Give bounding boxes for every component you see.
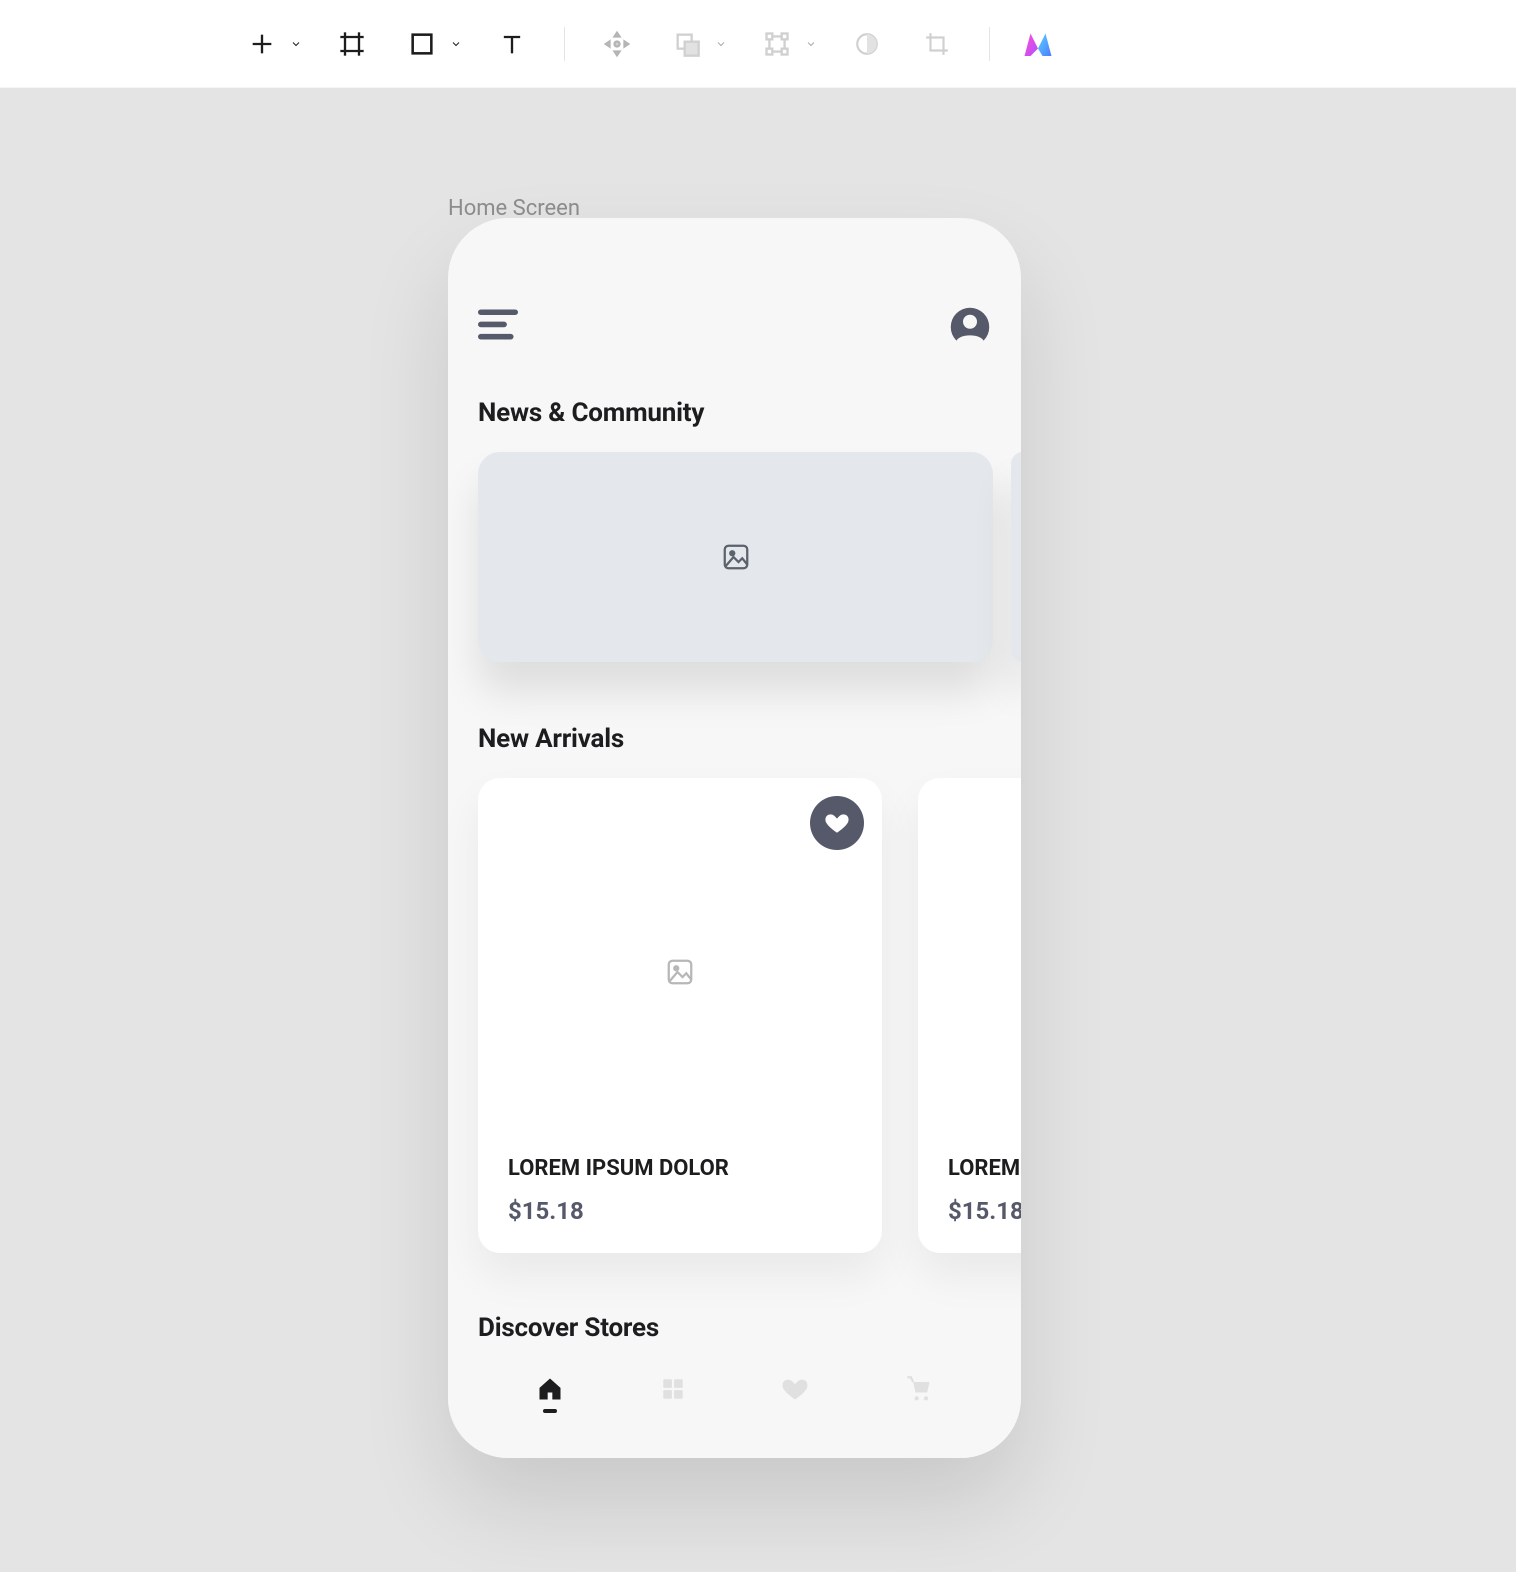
shape-tool[interactable]	[400, 22, 444, 66]
product-price: $15.18	[496, 1197, 864, 1235]
discover-section-title: Discover Stores	[478, 1313, 1021, 1343]
design-toolbar	[0, 0, 1516, 88]
app-scroll-area[interactable]: News & Community New Arrivals	[448, 348, 1021, 1458]
profile-icon[interactable]	[949, 306, 991, 348]
vector-tool-group	[755, 22, 819, 66]
toolbar-divider-2	[989, 27, 990, 61]
mask-tool[interactable]	[845, 22, 889, 66]
boolean-tool-group	[665, 22, 729, 66]
news-section-title: News & Community	[478, 398, 1021, 428]
vector-tool[interactable]	[755, 22, 799, 66]
vector-tool-chevron[interactable]	[803, 38, 819, 50]
move-tool[interactable]	[595, 22, 639, 66]
news-card[interactable]	[478, 452, 993, 662]
arrivals-row: LOREM IPSUM DOLOR $15.18 LOREM $15.18	[478, 778, 1021, 1253]
boolean-tool[interactable]	[665, 22, 709, 66]
add-tool[interactable]	[240, 22, 284, 66]
shape-tool-group	[400, 22, 464, 66]
arrivals-section-title: New Arrivals	[478, 724, 1021, 754]
app-logo-icon[interactable]	[1020, 26, 1056, 62]
news-row	[478, 452, 1021, 662]
nav-catalog[interactable]	[660, 1376, 686, 1412]
shape-tool-chevron[interactable]	[448, 38, 464, 50]
image-placeholder-icon	[721, 542, 751, 572]
product-card[interactable]: LOREM $15.18	[918, 778, 1021, 1253]
frame-tool[interactable]	[330, 22, 374, 66]
product-name: LOREM IPSUM DOLOR	[496, 1156, 864, 1181]
nav-cart[interactable]	[905, 1375, 933, 1413]
news-card-peek[interactable]	[1011, 452, 1021, 662]
grid-icon	[660, 1376, 686, 1402]
favorite-button[interactable]	[810, 796, 864, 850]
nav-favorites[interactable]	[781, 1375, 809, 1413]
heart-icon	[824, 810, 850, 836]
app-header	[448, 218, 1021, 348]
arrivals-section: New Arrivals	[478, 724, 1021, 1253]
design-canvas[interactable]: Home Screen News & Community	[0, 88, 1516, 1572]
add-tool-chevron[interactable]	[288, 38, 304, 50]
product-name: LOREM	[936, 1156, 1021, 1181]
add-tool-group	[240, 22, 304, 66]
image-placeholder-icon	[665, 957, 695, 987]
text-tool[interactable]	[490, 22, 534, 66]
toolbar-divider	[564, 27, 565, 61]
crop-tool[interactable]	[915, 22, 959, 66]
product-image-area	[936, 796, 1021, 1148]
heart-icon	[781, 1375, 809, 1403]
cart-icon	[905, 1375, 933, 1403]
phone-frame[interactable]: News & Community New Arrivals	[448, 218, 1021, 1458]
bottom-nav	[448, 1348, 1021, 1458]
home-icon	[536, 1375, 564, 1403]
nav-home[interactable]	[536, 1375, 564, 1413]
discover-section: Discover Stores	[478, 1313, 1021, 1343]
product-image-area	[496, 796, 864, 1148]
product-price: $15.18	[936, 1197, 1021, 1235]
menu-icon[interactable]	[478, 309, 522, 345]
product-card[interactable]: LOREM IPSUM DOLOR $15.18	[478, 778, 882, 1253]
nav-indicator	[543, 1409, 557, 1413]
boolean-tool-chevron[interactable]	[713, 38, 729, 50]
